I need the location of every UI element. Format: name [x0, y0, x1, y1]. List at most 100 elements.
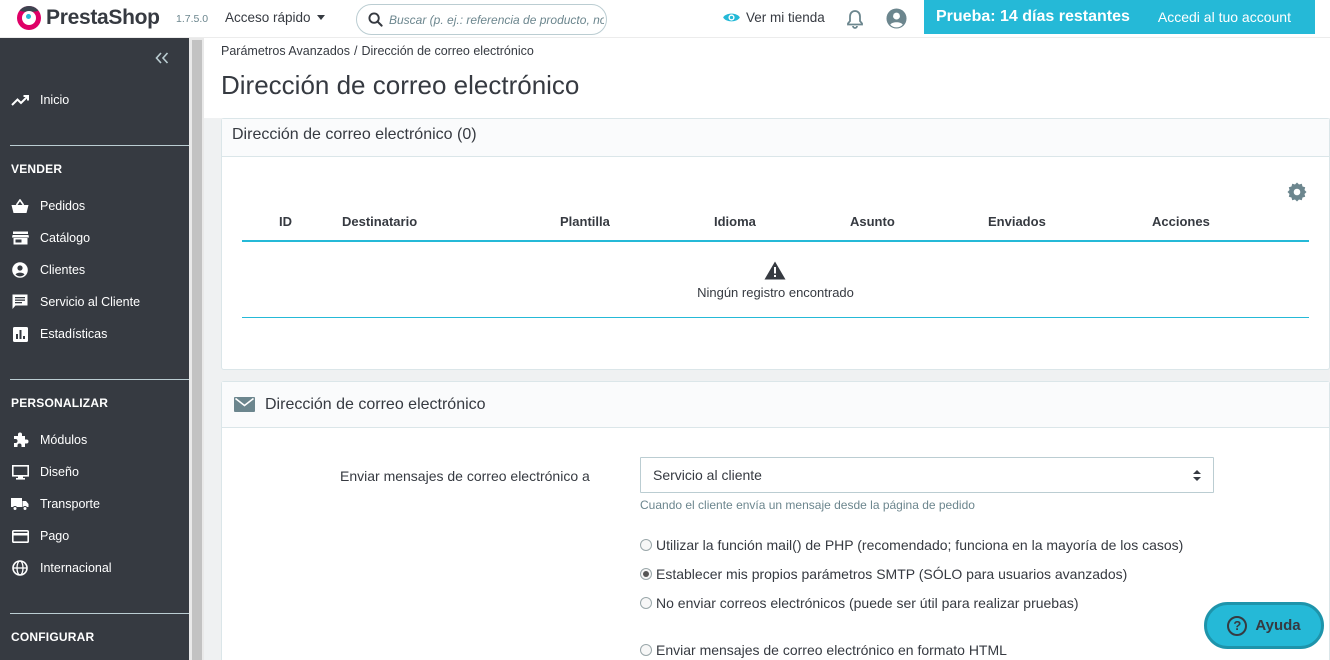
column-plantilla[interactable]: Plantilla: [560, 214, 610, 229]
column-acciones: Acciones: [1152, 214, 1210, 229]
sidebar-item-pedidos[interactable]: Pedidos: [11, 198, 85, 214]
sidebar-item-label: Transporte: [40, 497, 100, 511]
sidebar-item-label: Servicio al Cliente: [40, 295, 141, 309]
view-shop-link[interactable]: Ver mi tienda: [722, 10, 825, 25]
send-to-select[interactable]: Servicio al cliente: [640, 457, 1214, 493]
scrollbar-thumb[interactable]: [192, 40, 202, 660]
chat-icon: [11, 294, 29, 310]
sort-arrows-icon: [1193, 470, 1201, 481]
section-title-personalizar: PERSONALIZAR: [11, 396, 109, 410]
sidebar-item-label: Diseño: [40, 465, 79, 479]
sidebar-item-label: Módulos: [40, 433, 88, 447]
store-icon: [11, 230, 29, 246]
bar-chart-icon: [11, 326, 29, 342]
question-icon: ?: [1227, 615, 1248, 636]
search-box[interactable]: [356, 4, 607, 35]
breadcrumb-current: Dirección de correo electrónico: [361, 44, 534, 58]
sidebar-item-label: Estadísticas: [40, 327, 108, 341]
radio-no-email[interactable]: No enviar correos electrónicos (puede se…: [640, 595, 1079, 611]
help-button-label: Ayuda: [1255, 617, 1301, 634]
email-settings-panel: Dirección de correo electrónico Enviar m…: [221, 381, 1330, 660]
panel-title: Dirección de correo electrónico: [265, 395, 486, 413]
divider: [10, 145, 189, 146]
divider: [10, 379, 189, 380]
globe-icon: [11, 560, 29, 576]
trending-up-icon: [11, 92, 29, 108]
table-header: ID Destinatario Plantilla Idioma Asunto …: [242, 202, 1309, 242]
sidebar-item-estadisticas[interactable]: Estadísticas: [11, 326, 107, 342]
desktop-icon: [11, 464, 29, 480]
sidebar-item-label: Clientes: [40, 263, 86, 277]
column-idioma[interactable]: Idioma: [714, 214, 756, 229]
sidebar-item-label: Catálogo: [40, 231, 91, 245]
view-shop-label: Ver mi tienda: [746, 10, 825, 25]
quick-access-dropdown[interactable]: Acceso rápido: [225, 10, 325, 25]
radio-button-checked[interactable]: [640, 568, 652, 580]
gear-icon[interactable]: [1287, 182, 1307, 202]
puffin-logo-icon: [17, 6, 41, 30]
panel-title: Dirección de correo electrónico (0): [222, 119, 1329, 157]
sidebar-item-inicio[interactable]: Inicio: [11, 92, 69, 108]
radio-label: Utilizar la función mail() de PHP (recom…: [656, 537, 1184, 553]
sidebar-item-diseno[interactable]: Diseño: [11, 464, 79, 480]
section-title-configurar: CONFIGURAR: [11, 630, 95, 644]
radio-php-mail[interactable]: Utilizar la función mail() de PHP (recom…: [640, 537, 1183, 553]
breadcrumb: Parámetros Avanzados / Dirección de correo…: [221, 44, 534, 58]
prestashop-logo[interactable]: PrestaShop: [17, 6, 160, 30]
sidebar: Inicio VENDER Pedidos Catálogo Clientes …: [0, 38, 189, 660]
search-input[interactable]: [389, 12, 604, 27]
empty-state: Ningún registro encontrado: [242, 242, 1309, 318]
sidebar-item-label: Internacional: [40, 561, 112, 575]
divider: [10, 613, 189, 614]
help-button[interactable]: ? Ayuda: [1204, 602, 1324, 649]
envelope-icon: [234, 397, 255, 412]
column-id[interactable]: ID: [279, 214, 292, 229]
version-label: 1.7.5.0: [176, 13, 209, 25]
send-to-selected-value: Servicio al cliente: [653, 467, 762, 483]
truck-icon: [11, 496, 29, 512]
panel-header: Dirección de correo electrónico: [222, 382, 1329, 428]
credit-card-icon: [11, 528, 29, 544]
notifications-bell-icon[interactable]: [846, 9, 864, 29]
empty-message: Ningún registro encontrado: [697, 285, 854, 300]
radio-button[interactable]: [640, 597, 652, 609]
sidebar-item-pago[interactable]: Pago: [11, 528, 69, 544]
breadcrumb-link[interactable]: Parámetros Avanzados: [221, 44, 350, 58]
sidebar-item-clientes[interactable]: Clientes: [11, 262, 85, 278]
sidebar-item-label: Inicio: [40, 93, 70, 107]
send-to-label: Enviar mensajes de correo electrónico a: [340, 468, 590, 484]
search-icon: [368, 12, 383, 27]
top-header: PrestaShop 1.7.5.0 Acceso rápido Ver mi …: [0, 0, 1330, 38]
sidebar-item-catalogo[interactable]: Catálogo: [11, 230, 90, 246]
brand-name: PrestaShop: [46, 6, 160, 29]
eye-icon: [723, 13, 740, 22]
sidebar-item-servicio-cliente[interactable]: Servicio al Cliente: [11, 294, 140, 310]
radio-html-format[interactable]: Enviar mensajes de correo electrónico en…: [640, 642, 1007, 658]
collapse-sidebar-icon[interactable]: [155, 52, 169, 64]
email-list-panel: Dirección de correo electrónico (0) ID D…: [221, 118, 1330, 370]
warning-icon: [764, 261, 786, 280]
sidebar-item-modulos[interactable]: Módulos: [11, 432, 87, 448]
trial-banner[interactable]: Prueba: 14 días restantes Accedi al tuo …: [924, 0, 1315, 34]
radio-label: Establecer mis propios parámetros SMTP (…: [656, 566, 1128, 582]
trial-days-remaining: Prueba: 14 días restantes: [936, 8, 1130, 25]
sidebar-item-label: Pedidos: [40, 199, 86, 213]
sidebar-item-transporte[interactable]: Transporte: [11, 496, 100, 512]
radio-button[interactable]: [640, 539, 652, 551]
radio-smtp[interactable]: Establecer mis propios parámetros SMTP (…: [640, 566, 1127, 582]
account-circle-icon: [11, 262, 29, 278]
account-access-link[interactable]: Accedi al tuo account: [1158, 9, 1291, 25]
puzzle-icon: [11, 432, 29, 448]
section-title-vender: VENDER: [11, 162, 63, 176]
column-asunto[interactable]: Asunto: [850, 214, 895, 229]
quick-access-label: Acceso rápido: [225, 10, 311, 25]
sidebar-item-internacional[interactable]: Internacional: [11, 560, 112, 576]
radio-button[interactable]: [640, 644, 652, 656]
page-title: Dirección de correo electrónico: [221, 70, 580, 100]
send-to-help-text: Cuando el cliente envía un mensaje desde…: [640, 498, 975, 512]
column-enviados[interactable]: Enviados: [988, 214, 1046, 229]
sidebar-item-label: Pago: [40, 529, 70, 543]
caret-down-icon: [316, 15, 325, 20]
column-destinatario[interactable]: Destinatario: [342, 214, 417, 229]
user-avatar-icon[interactable]: [886, 8, 907, 29]
